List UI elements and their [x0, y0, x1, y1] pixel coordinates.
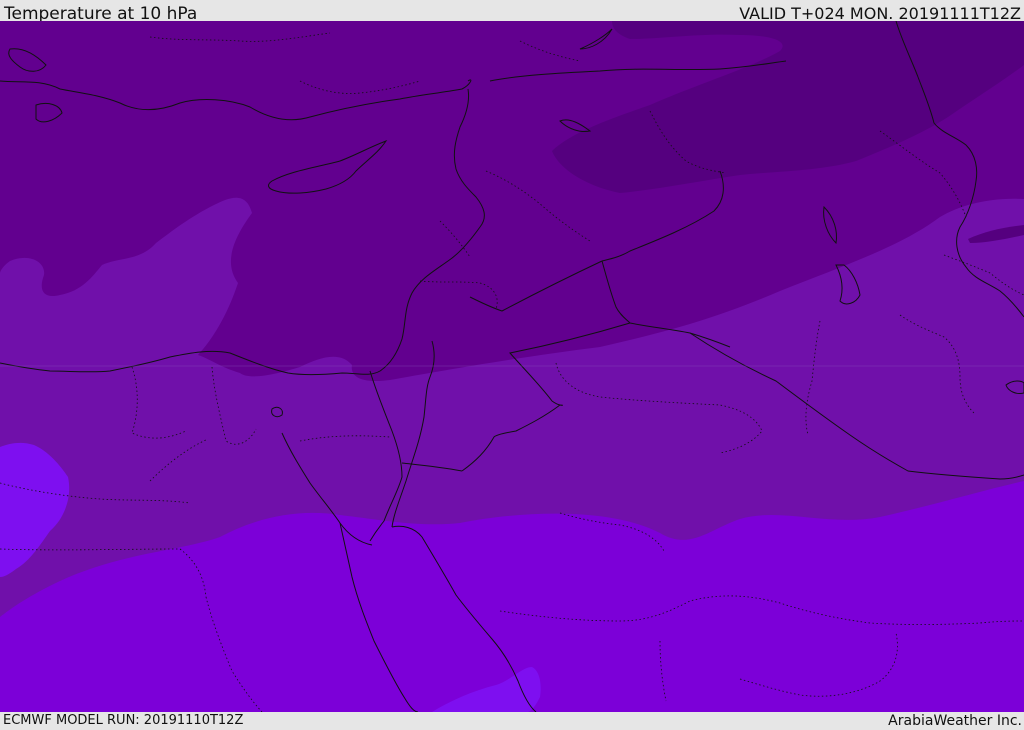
temperature-map[interactable] [0, 21, 1024, 712]
credit-label: ArabiaWeather Inc. [888, 713, 1022, 729]
footer-bar: ECMWF MODEL RUN: 20191110T12Z ArabiaWeat… [0, 712, 1024, 729]
header-bar: Temperature at 10 hPa VALID T+024 MON. 2… [0, 0, 1024, 24]
model-run-label: ECMWF MODEL RUN: 20191110T12Z [3, 713, 244, 728]
